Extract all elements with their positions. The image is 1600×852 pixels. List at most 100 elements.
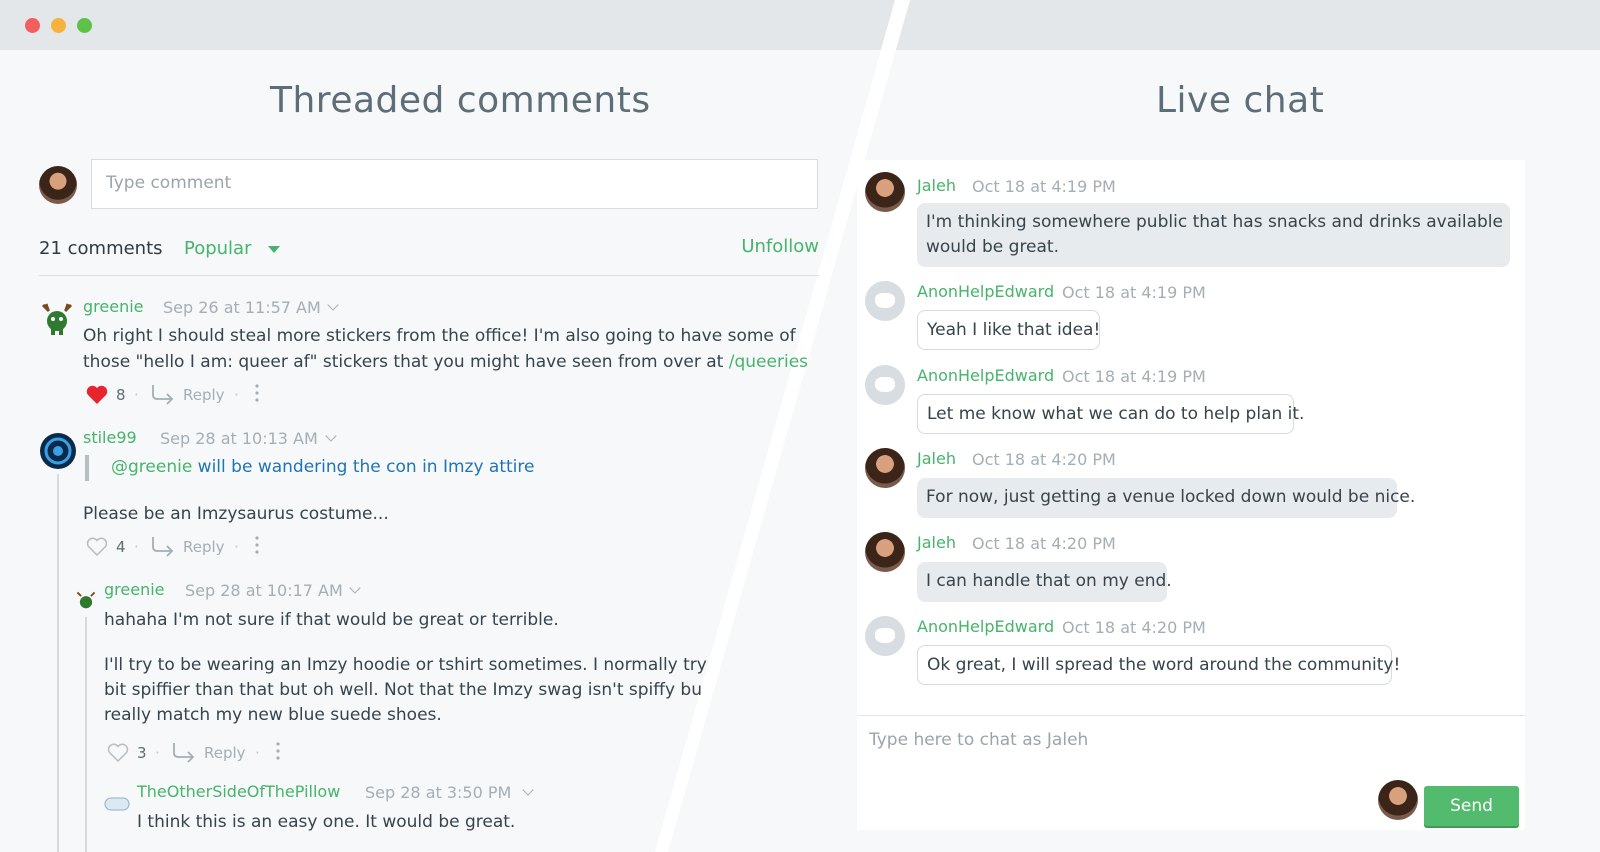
- sort-dropdown[interactable]: Popular: [184, 238, 252, 259]
- comment-options-chevron-icon[interactable]: [327, 299, 339, 311]
- chat-timestamp: Oct 18 at 4:20 PM: [972, 450, 1116, 469]
- anonymous-avatar-icon: [865, 616, 905, 656]
- live-chat-title: Live chat: [1156, 80, 1325, 121]
- comment-text-line: really match my new blue suede shoes.: [104, 705, 442, 725]
- moose-avatar-icon: [41, 303, 73, 335]
- chat-author[interactable]: Jaleh: [917, 176, 956, 195]
- anonymous-avatar-icon: [865, 365, 905, 405]
- chat-input[interactable]: Type here to chat as Jaleh: [869, 730, 1088, 750]
- comment-text-line: hahaha I'm not sure if that would be gre…: [104, 610, 559, 630]
- chat-text-line: would be great.: [926, 237, 1060, 257]
- separator-dot: ·: [134, 538, 139, 556]
- maximize-window-button[interactable]: [77, 18, 92, 33]
- quoted-text: @greenie will be wandering the con in Im…: [111, 457, 535, 477]
- chat-author[interactable]: Jaleh: [917, 533, 956, 552]
- separator-dot: ·: [155, 744, 160, 762]
- more-options-icon[interactable]: [255, 383, 259, 403]
- comment-timestamp[interactable]: Sep 28 at 3:50 PM: [365, 783, 511, 802]
- chat-timestamp: Oct 18 at 4:19 PM: [972, 177, 1116, 196]
- more-options-icon[interactable]: [276, 741, 280, 761]
- chat-bubble: Let me know what we can do to help plan …: [917, 394, 1304, 434]
- comment-timestamp[interactable]: Sep 26 at 11:57 AM: [163, 298, 321, 317]
- send-button[interactable]: Send: [1424, 786, 1519, 826]
- heart-outline-icon[interactable]: [85, 535, 109, 557]
- thread-line: [85, 617, 87, 852]
- comment-options-chevron-icon[interactable]: [325, 430, 337, 442]
- comment-input[interactable]: Type comment: [91, 159, 818, 209]
- separator-dot: ·: [234, 538, 239, 556]
- pillow-avatar-icon: [104, 797, 130, 811]
- moose-avatar-icon: [76, 591, 96, 609]
- chat-timestamp: Oct 18 at 4:20 PM: [1062, 618, 1206, 637]
- comment-author[interactable]: greenie: [104, 580, 165, 599]
- reply-arrow-icon[interactable]: [171, 741, 197, 763]
- current-user-avatar: [39, 166, 77, 204]
- lantern-avatar-icon: [40, 433, 76, 469]
- comment-author[interactable]: greenie: [83, 297, 144, 316]
- chat-bubble: I'm thinking somewhere public that has s…: [917, 203, 1510, 267]
- chat-timestamp: Oct 18 at 4:19 PM: [1062, 283, 1206, 302]
- comment-text-line: bit spiffier than that but oh well. Not …: [104, 680, 702, 700]
- minimize-window-button[interactable]: [51, 18, 66, 33]
- comment-author[interactable]: TheOtherSideOfThePillow: [137, 782, 340, 801]
- reply-arrow-icon[interactable]: [150, 383, 176, 405]
- like-count: 8: [116, 386, 126, 404]
- chat-bubble: Ok great, I will spread the word around …: [917, 645, 1400, 685]
- chat-bubble: Yeah I like that idea!: [917, 310, 1100, 350]
- comment-actions: 8 · Reply ·: [85, 383, 285, 407]
- reply-button[interactable]: Reply: [183, 386, 225, 404]
- reply-button[interactable]: Reply: [204, 744, 246, 762]
- divider-line: [39, 275, 819, 276]
- user-mention[interactable]: @greenie: [111, 457, 192, 477]
- thread-line: [57, 474, 59, 852]
- comment-text-line: I'll try to be wearing an Imzy hoodie or…: [104, 655, 707, 675]
- comment-author[interactable]: stile99: [83, 428, 137, 447]
- comment-text: I think this is an easy one. It would be…: [137, 812, 516, 832]
- unfollow-button[interactable]: Unfollow: [741, 236, 819, 257]
- community-link[interactable]: /queeries: [729, 352, 808, 372]
- chat-bubble: I can handle that on my end.: [917, 562, 1172, 602]
- comment-actions: 4 · Reply ·: [85, 535, 285, 559]
- chat-input-area[interactable]: Type here to chat as Jaleh Send: [857, 715, 1525, 830]
- anonymous-avatar-icon: [865, 281, 905, 321]
- comment-count: 21 comments: [39, 238, 163, 259]
- chat-timestamp: Oct 18 at 4:19 PM: [1062, 367, 1206, 386]
- like-count: 3: [137, 744, 147, 762]
- heart-filled-icon[interactable]: [85, 383, 109, 405]
- comments-toolbar: 21 comments Popular Unfollow: [39, 236, 819, 264]
- user-avatar: [865, 172, 905, 212]
- app-window: Threaded comments Type comment 21 commen…: [0, 0, 1600, 852]
- chevron-down-icon[interactable]: [268, 246, 280, 253]
- comment-actions: 3 · Reply ·: [106, 741, 306, 765]
- chat-author[interactable]: AnonHelpEdward: [917, 617, 1054, 636]
- like-count: 4: [116, 538, 126, 556]
- chat-author[interactable]: Jaleh: [917, 449, 956, 468]
- comment-text-line: Oh right I should steal more stickers fr…: [83, 326, 796, 346]
- quote-bar: [85, 455, 89, 481]
- chat-bubble: For now, just getting a venue locked dow…: [917, 478, 1415, 518]
- more-options-icon[interactable]: [255, 535, 259, 555]
- chat-messages-panel: Jaleh Oct 18 at 4:19 PM I'm thinking som…: [857, 160, 1525, 715]
- reply-arrow-icon[interactable]: [150, 535, 176, 557]
- comment-options-chevron-icon[interactable]: [522, 784, 534, 796]
- separator-dot: ·: [234, 386, 239, 404]
- separator-dot: ·: [134, 386, 139, 404]
- comment-timestamp[interactable]: Sep 28 at 10:17 AM: [185, 581, 343, 600]
- chat-author[interactable]: AnonHelpEdward: [917, 366, 1054, 385]
- separator-dot: ·: [255, 744, 260, 762]
- close-window-button[interactable]: [25, 18, 40, 33]
- comment-timestamp[interactable]: Sep 28 at 10:13 AM: [160, 429, 318, 448]
- comment-text-line: those "hello I am: queer af" stickers th…: [83, 352, 809, 372]
- comment-options-chevron-icon[interactable]: [349, 582, 361, 594]
- heart-outline-icon[interactable]: [106, 741, 130, 763]
- chat-author[interactable]: AnonHelpEdward: [917, 282, 1054, 301]
- reply-button[interactable]: Reply: [183, 538, 225, 556]
- chat-timestamp: Oct 18 at 4:20 PM: [972, 534, 1116, 553]
- user-avatar: [865, 532, 905, 572]
- current-user-avatar: [1378, 780, 1418, 820]
- user-avatar: [865, 448, 905, 488]
- chat-text-line: I'm thinking somewhere public that has s…: [926, 212, 1503, 232]
- threaded-comments-title: Threaded comments: [270, 80, 651, 121]
- title-bar: [0, 0, 1600, 50]
- comment-text: Please be an Imzysaurus costume...: [83, 504, 389, 524]
